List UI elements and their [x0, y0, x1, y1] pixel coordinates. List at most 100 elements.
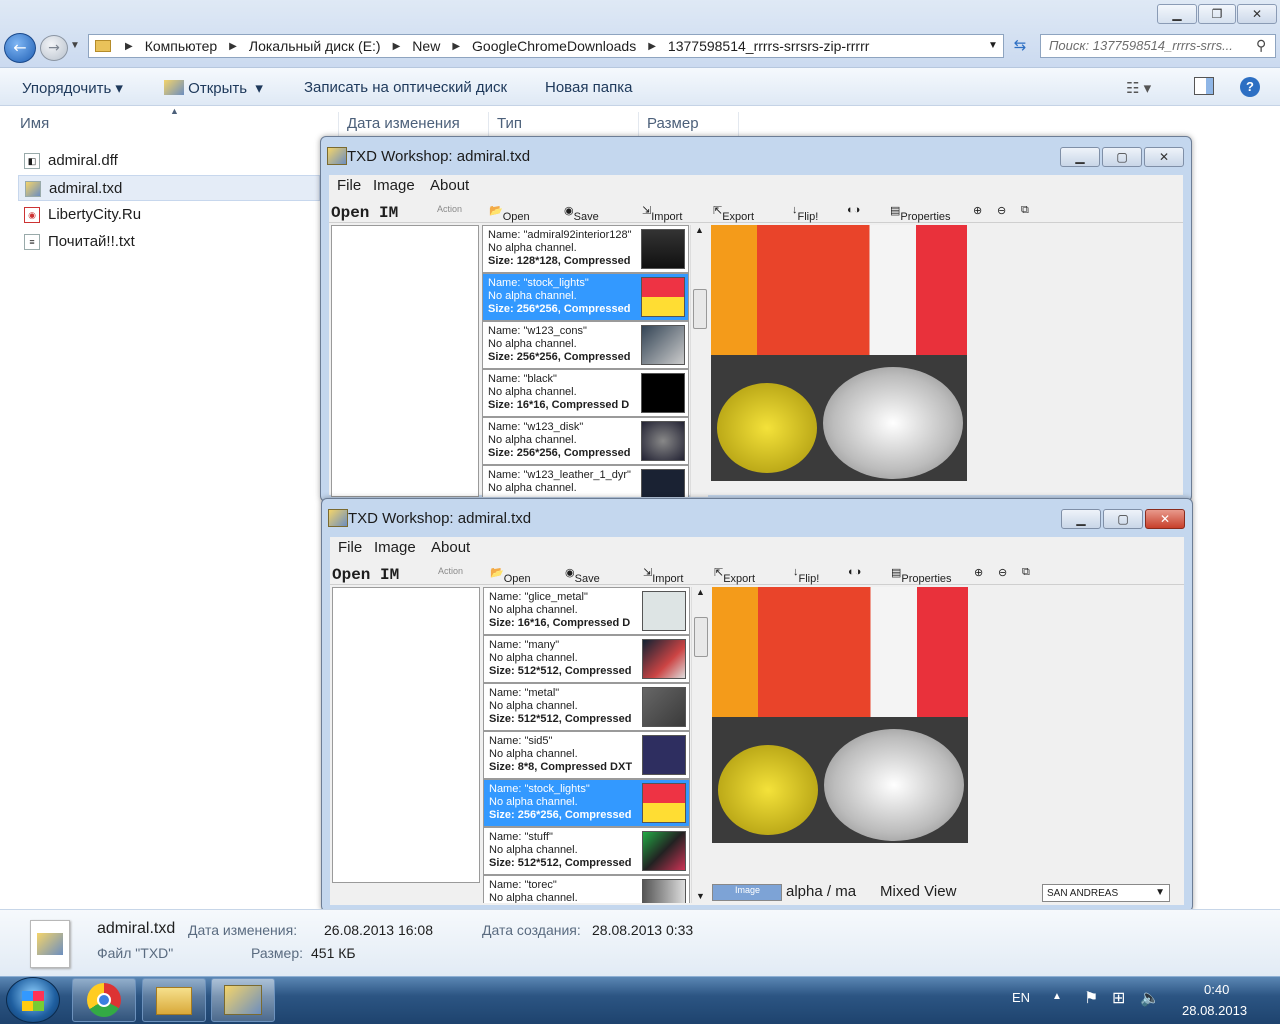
forward-button[interactable]: → — [40, 35, 68, 61]
minimize-button[interactable]: ▁ — [1060, 147, 1100, 167]
burn-button[interactable]: Записать на оптический диск — [304, 79, 507, 96]
texture-preview — [712, 587, 968, 843]
address-dropdown-icon[interactable]: ▼ — [988, 40, 998, 51]
close-button[interactable]: ✕ — [1237, 4, 1277, 24]
maximize-button[interactable]: ▢ — [1103, 509, 1143, 529]
history-dropdown-icon[interactable]: ▼ — [70, 40, 80, 51]
import-button[interactable]: ⇲ Import — [643, 566, 683, 585]
rotate-icon[interactable]: ◐◑ — [848, 566, 861, 578]
tab-alpha[interactable]: alpha / ma — [786, 883, 856, 900]
minimize-button[interactable]: ▁ — [1061, 509, 1101, 529]
texture-item[interactable]: Name: "stock_lights" No alpha channel. Siz… — [482, 273, 689, 321]
texture-item[interactable]: Name: "torec" No alpha channel. — [483, 875, 690, 903]
save-txd-button[interactable]: ◉ Save TXD — [565, 566, 600, 597]
texture-item[interactable]: Name: "w123_leather_1_dyr" No alpha chann… — [482, 465, 689, 497]
zoom-out-icon[interactable]: ⊖ — [998, 566, 1007, 579]
network-icon[interactable]: ⊞ — [1112, 988, 1125, 1007]
scrollbar-thumb[interactable] — [694, 617, 708, 657]
flip-button[interactable]: ↓ Flip! — [793, 566, 819, 585]
fit-icon[interactable]: ⧉ — [1022, 566, 1030, 579]
clock-date[interactable]: 28.08.2013 — [1182, 1003, 1247, 1018]
texture-item[interactable]: Name: "sid5" No alpha channel. Size: 8*8, … — [483, 731, 690, 779]
list-scrollbar[interactable]: ▲ ▼ — [691, 587, 709, 903]
column-name[interactable]: Имя — [20, 115, 49, 132]
list-scrollbar[interactable]: ▲ — [690, 225, 708, 497]
game-select[interactable]: SAN ANDREAS ▼ — [1042, 884, 1170, 902]
back-button[interactable]: ← — [4, 33, 36, 63]
zoom-out-icon[interactable]: ⊖ — [997, 204, 1006, 217]
texture-item[interactable]: Name: "many" No alpha channel. Size: 512*5… — [483, 635, 690, 683]
texture-item[interactable]: Name: "metal" No alpha channel. Size: 512*… — [483, 683, 690, 731]
file-item[interactable]: ◉ LibertyCity.Ru — [18, 202, 320, 228]
save-txd-button[interactable]: ◉ Save TXD — [564, 204, 599, 235]
minimize-button[interactable]: ▁ — [1157, 4, 1197, 24]
flag-icon[interactable]: ⚑ — [1084, 988, 1098, 1007]
close-button[interactable]: ✕ — [1144, 147, 1184, 167]
scrollbar-thumb[interactable] — [693, 289, 707, 329]
texture-item[interactable]: Name: "admiral92interior128" No alpha cha… — [482, 225, 689, 273]
texture-thumbnail — [642, 831, 686, 871]
menu-file[interactable]: File — [338, 539, 362, 556]
breadcrumb-computer[interactable]: Компьютер — [141, 38, 221, 54]
tab-image[interactable]: Image — [712, 884, 782, 901]
flip-button[interactable]: ↓ Flip! — [792, 204, 818, 223]
taskbar-chrome[interactable] — [72, 978, 136, 1022]
zoom-in-icon[interactable]: ⊕ — [974, 566, 983, 579]
volume-icon[interactable]: 🔈 — [1140, 988, 1160, 1007]
taskbar-explorer[interactable] — [142, 978, 206, 1022]
close-button[interactable]: ✕ — [1145, 509, 1185, 529]
search-input[interactable]: Поиск: 1377598514_rrrrs-srrs... — [1040, 34, 1276, 58]
open-txd-button[interactable]: 📂 Open TXD — [490, 566, 531, 597]
file-item[interactable]: ≡ Почитай!!.txt — [18, 229, 320, 255]
export-button[interactable]: ⇱ Export — [714, 566, 755, 585]
texture-item[interactable]: Name: "stuff" No alpha channel. Size: 512*… — [483, 827, 690, 875]
column-date[interactable]: Дата изменения — [347, 115, 460, 132]
menu-about[interactable]: About — [430, 177, 469, 194]
menu-image[interactable]: Image — [374, 539, 416, 556]
refresh-icon[interactable]: ⇆ — [1008, 36, 1032, 58]
texture-item[interactable]: Name: "black" No alpha channel. Size: 16*1… — [482, 369, 689, 417]
fit-icon[interactable]: ⧉ — [1021, 204, 1029, 217]
menu-file[interactable]: File — [337, 177, 361, 194]
open-im-button[interactable]: Open IM — [331, 204, 398, 222]
tab-mixed-view[interactable]: Mixed View — [880, 883, 958, 900]
new-folder-button[interactable]: Новая папка — [545, 79, 632, 96]
properties-button[interactable]: ▤ Properties — [890, 204, 951, 223]
maximize-button[interactable]: ▢ — [1102, 147, 1142, 167]
view-options-icon[interactable]: ☷ ▾ — [1126, 79, 1151, 97]
rotate-icon[interactable]: ◐◑ — [847, 204, 860, 216]
preview-pane-icon[interactable] — [1194, 77, 1214, 95]
language-indicator[interactable]: EN — [1012, 990, 1030, 1005]
breadcrumb-current[interactable]: 1377598514_rrrrs-srrsrs-zip-rrrrr — [664, 38, 873, 54]
texture-item[interactable]: Name: "stock_lights" No alpha channel. Siz… — [483, 779, 690, 827]
menu-about[interactable]: About — [431, 539, 470, 556]
texture-item[interactable]: Name: "w123_disk" No alpha channel. Size: … — [482, 417, 689, 465]
breadcrumb-disk[interactable]: Локальный диск (E:) — [245, 38, 385, 54]
breadcrumb-downloads[interactable]: GoogleChromeDownloads — [468, 38, 640, 54]
menu-image[interactable]: Image — [373, 177, 415, 194]
zoom-in-icon[interactable]: ⊕ — [973, 204, 982, 217]
breadcrumb-new[interactable]: New — [408, 38, 444, 54]
show-hidden-icons[interactable]: ▲ — [1052, 991, 1062, 1002]
import-button[interactable]: ⇲ Import — [642, 204, 682, 223]
properties-button[interactable]: ▤ Properties — [891, 566, 952, 585]
export-button[interactable]: ⇱ Export — [713, 204, 754, 223]
file-item[interactable]: ◧ admiral.dff — [18, 148, 320, 174]
texture-item[interactable]: Name: "glice_metal" No alpha channel. Size… — [483, 587, 690, 635]
file-item[interactable]: admiral.txd — [18, 175, 320, 201]
restore-button[interactable]: ❐ — [1198, 4, 1236, 24]
taskbar-txd-workshop[interactable] — [211, 978, 275, 1022]
open-button[interactable]: Открыть ▾ — [164, 79, 263, 97]
search-icon[interactable]: ⚲ — [1256, 38, 1266, 54]
organize-button[interactable]: Упорядочить ▾ — [22, 79, 123, 97]
help-icon[interactable]: ? — [1240, 77, 1260, 97]
address-bar[interactable]: ▶ Компьютер ▶ Локальный диск (E:) ▶ New … — [88, 34, 1004, 58]
texture-item[interactable]: Name: "w123_cons" No alpha channel. Size: … — [482, 321, 689, 369]
column-size[interactable]: Размер — [647, 115, 699, 132]
link-file-icon: ◉ — [24, 207, 40, 223]
open-im-button[interactable]: Open IM — [332, 566, 399, 584]
start-button[interactable] — [6, 977, 60, 1023]
column-type[interactable]: Тип — [497, 115, 522, 132]
open-txd-button[interactable]: 📂 Open TXD — [489, 204, 530, 235]
clock-time[interactable]: 0:40 — [1204, 982, 1229, 997]
